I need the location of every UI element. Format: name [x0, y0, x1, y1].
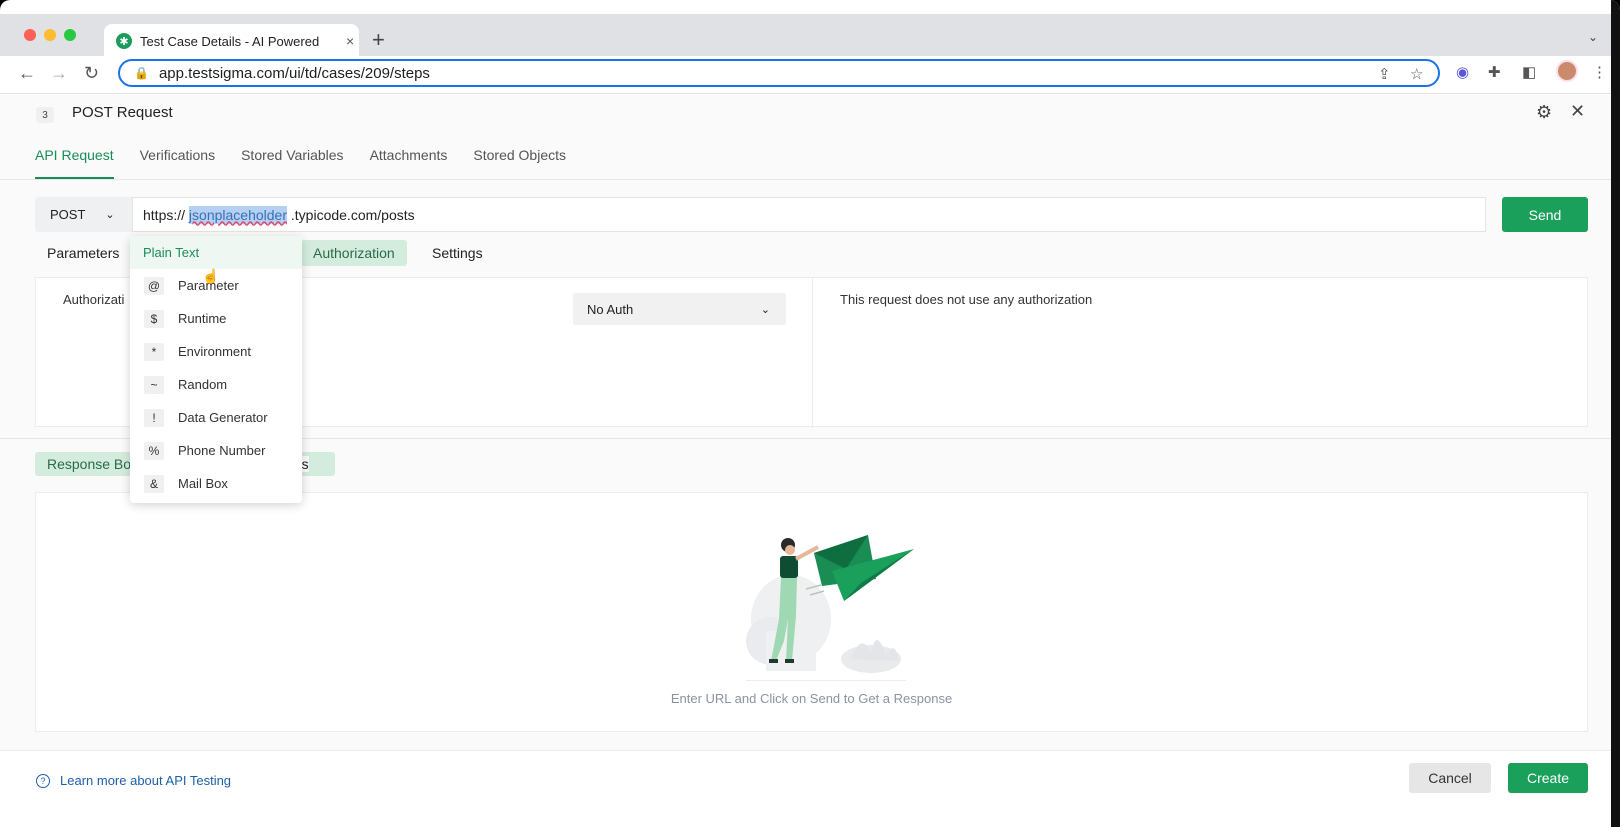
forward-arrow-icon[interactable]: → — [50, 63, 68, 84]
help-icon: ? — [36, 773, 50, 788]
auth-type-select[interactable]: No Auth ⌄ — [573, 293, 786, 325]
dropdown-item-environment[interactable]: * Environment — [130, 335, 302, 368]
bookmark-star-icon[interactable]: ☆ — [1410, 65, 1423, 83]
address-bar[interactable]: 🔒 app.testsigma.com/ui/td/cases/209/step… — [118, 59, 1440, 87]
dropdown-item-label: Plain Text — [143, 245, 200, 260]
auth-message: This request does not use any authorizat… — [840, 292, 1093, 307]
back-arrow-icon[interactable]: ← — [18, 63, 36, 84]
response-panel: Enter URL and Click on Send to Get a Res… — [35, 492, 1588, 732]
subtab-authorization[interactable]: Authorization — [301, 240, 407, 266]
dropdown-item-label: Phone Number — [178, 443, 266, 458]
parameter-symbol-icon: @ — [144, 276, 164, 295]
close-window-button[interactable] — [24, 29, 36, 41]
method-select[interactable]: POST ⌄ — [35, 197, 132, 232]
send-button[interactable]: Send — [1502, 197, 1588, 232]
reload-icon[interactable]: ↻ — [84, 63, 99, 84]
environment-symbol-icon: * — [144, 342, 164, 361]
runtime-symbol-icon: $ — [144, 309, 164, 328]
profile-avatar[interactable] — [1556, 60, 1578, 82]
dropdown-item-label: Random — [178, 377, 228, 392]
create-button[interactable]: Create — [1508, 763, 1588, 793]
dropdown-item-mail-box[interactable]: & Mail Box — [130, 467, 302, 500]
url-prefix: https:// — [143, 206, 189, 223]
empty-response-message: Enter URL and Click on Send to Get a Res… — [670, 691, 953, 706]
extension-icon[interactable]: ◉ — [1456, 63, 1469, 81]
dropdown-item-phone-number[interactable]: % Phone Number — [130, 434, 302, 467]
screen-edge — [1611, 0, 1620, 827]
auth-type-value: No Auth — [587, 301, 634, 317]
browser-menu-icon[interactable]: ⋮ — [1592, 63, 1607, 81]
chevron-down-icon: ⌄ — [105, 209, 115, 221]
side-panel-icon[interactable]: ◧ — [1522, 63, 1536, 81]
dropdown-item-label: Data Generator — [178, 410, 268, 425]
maximize-window-button[interactable] — [64, 29, 76, 41]
phone-number-symbol-icon: % — [144, 441, 164, 460]
dropdown-item-label: Environment — [178, 344, 251, 359]
data-generator-symbol-icon: ! — [144, 408, 164, 427]
tab-stored-variables[interactable]: Stored Variables — [241, 147, 343, 179]
dropdown-item-runtime[interactable]: $ Runtime — [130, 302, 302, 335]
tab-title: Test Case Details - AI Powered — [140, 33, 320, 49]
address-url[interactable]: app.testsigma.com/ui/td/cases/209/steps — [159, 65, 430, 82]
close-icon[interactable]: ✕ — [1570, 101, 1585, 122]
tab-search-chevron-icon[interactable]: ⌄ — [1588, 30, 1598, 44]
browser-tab[interactable]: ✱ Test Case Details - AI Powered × — [104, 24, 359, 58]
step-title: POST Request — [72, 104, 173, 121]
subtab-settings[interactable]: Settings — [420, 240, 495, 266]
url-selected-text: jsonplaceholder — [188, 205, 287, 224]
main-tabs: API Request Verifications Stored Variabl… — [35, 147, 566, 179]
learn-more-label: Learn more about API Testing — [60, 773, 232, 788]
chevron-down-icon: ⌄ — [760, 303, 770, 316]
tab-attachments[interactable]: Attachments — [370, 147, 448, 179]
minimize-window-button[interactable] — [44, 29, 56, 41]
dropdown-item-label: Runtime — [178, 311, 227, 326]
authorization-label: Authorizati — [63, 292, 125, 307]
new-tab-button[interactable]: + — [372, 27, 385, 53]
tab-verifications[interactable]: Verifications — [140, 147, 215, 179]
mail-box-symbol-icon: & — [144, 474, 164, 493]
hand-cursor-icon: ☝ — [202, 268, 220, 284]
request-url-input[interactable]: https:// jsonplaceholder .typicode.com/p… — [132, 197, 1486, 232]
method-value: POST — [50, 207, 86, 222]
step-number-badge: 3 — [36, 107, 54, 123]
lock-icon: 🔒 — [134, 66, 149, 80]
panel-divider — [812, 278, 813, 428]
dropdown-item-random[interactable]: ~ Random — [130, 368, 302, 401]
dropdown-item-data-generator[interactable]: ! Data Generator — [130, 401, 302, 434]
testsigma-favicon-icon: ✱ — [116, 33, 132, 49]
gear-icon[interactable]: ⚙ — [1536, 102, 1552, 123]
subtab-parameters[interactable]: Parameters — [35, 240, 131, 266]
tabs-divider — [0, 179, 1620, 180]
learn-more-link[interactable]: ? Learn more about API Testing — [36, 773, 231, 788]
empty-state-illustration — [746, 535, 914, 681]
footer-bar: ? Learn more about API Testing Cancel Cr… — [0, 750, 1620, 827]
tab-api-request[interactable]: API Request — [35, 147, 114, 179]
tab-stored-objects[interactable]: Stored Objects — [473, 147, 566, 179]
share-icon[interactable]: ⇪ — [1378, 65, 1391, 83]
browser-window: ✱ Test Case Details - AI Powered × + ⌄ ←… — [0, 0, 1620, 827]
tab-close-icon[interactable]: × — [346, 33, 354, 49]
url-suffix: .typicode.com/posts — [287, 206, 415, 223]
cancel-button[interactable]: Cancel — [1409, 763, 1491, 793]
random-symbol-icon: ~ — [144, 375, 164, 394]
dropdown-item-plain-text[interactable]: Plain Text — [130, 236, 302, 269]
dropdown-item-label: Mail Box — [178, 476, 228, 491]
puzzle-extensions-icon[interactable]: ✚ — [1488, 63, 1501, 81]
